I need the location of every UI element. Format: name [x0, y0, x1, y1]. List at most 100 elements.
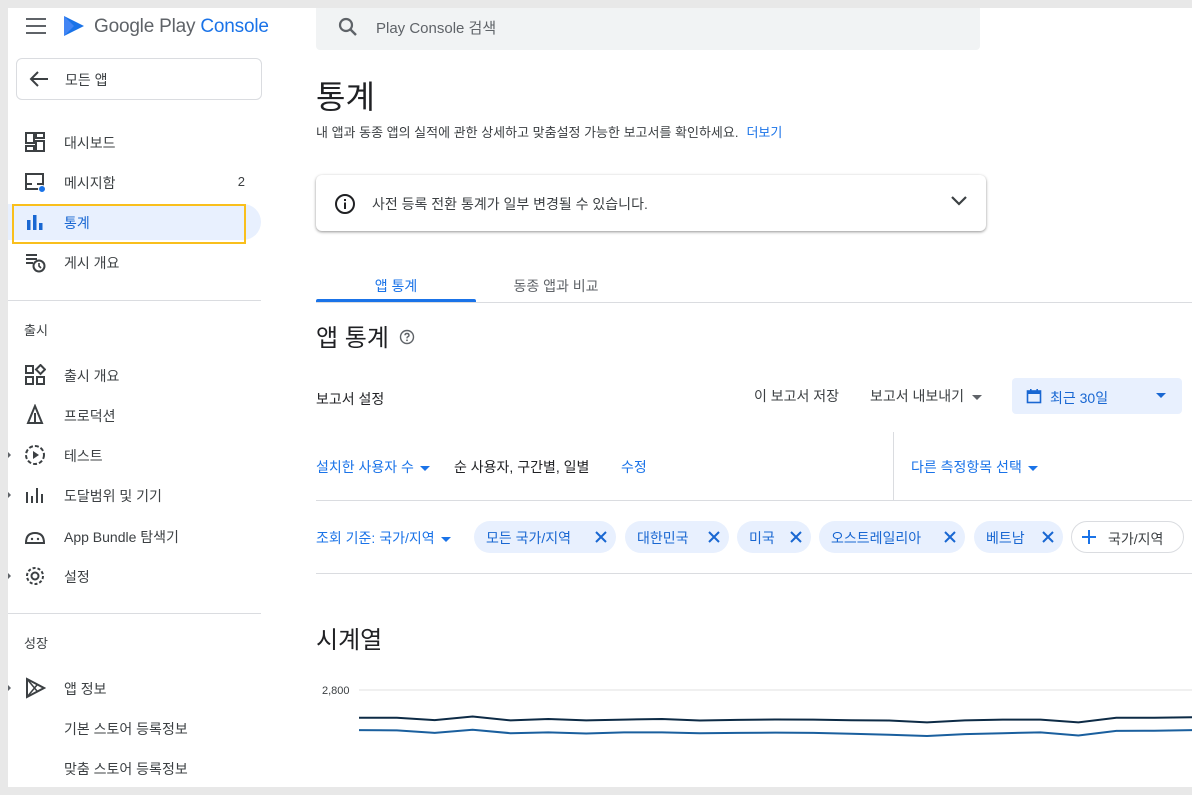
- app-title: Google Play Console: [94, 16, 269, 37]
- main-content: 통계 내 앱과 동종 앱의 실적에 관한 상세하고 맞춤설정 가능한 보고서를 …: [261, 8, 1192, 787]
- app-window: Google Play Console 모든 앱 대시보드 메시지함 2 통계 …: [8, 8, 1192, 787]
- sidebar-item-label: 통계: [64, 215, 90, 231]
- sidebar-item-label: 대시보드: [64, 135, 116, 151]
- metric-label: 설치한 사용자 수: [316, 459, 414, 475]
- sidebar-item-testing[interactable]: 테스트: [8, 437, 261, 473]
- sidebar-item-label: 테스트: [64, 448, 103, 464]
- search-input[interactable]: [376, 16, 936, 40]
- info-banner-text: 사전 등록 전환 통계가 일부 변경될 수 있습니다.: [372, 196, 648, 212]
- arrow-back-icon: [29, 71, 48, 87]
- export-report-button[interactable]: 보고서 내보내기: [870, 386, 983, 406]
- calendar-icon: [1026, 389, 1042, 404]
- sidebar-item-label: 출시 개요: [64, 368, 120, 384]
- testing-icon: [25, 445, 45, 465]
- expand-arrow-icon[interactable]: [8, 684, 11, 692]
- add-filter-button[interactable]: 국가/지역: [1071, 521, 1184, 553]
- help-icon[interactable]: [399, 329, 415, 345]
- filter-chip[interactable]: 대한민국: [625, 521, 729, 553]
- sidebar-item-statistics[interactable]: 통계: [8, 204, 261, 240]
- info-icon: [335, 194, 355, 214]
- tab-divider: [316, 302, 1192, 303]
- export-report-label: 보고서 내보내기: [870, 388, 965, 404]
- section-title-release: 출시: [24, 323, 48, 338]
- sidebar-item-app-bundle[interactable]: App Bundle 탐색기: [8, 518, 261, 554]
- series-line-1: [359, 715, 1192, 724]
- date-range-button[interactable]: 최근 30일: [1012, 378, 1182, 414]
- sidebar-item-inbox[interactable]: 메시지함 2: [8, 164, 261, 200]
- save-report-button[interactable]: 이 보고서 저장: [754, 386, 839, 406]
- sidebar-item-label: 도달범위 및 기기: [64, 488, 162, 504]
- menu-icon[interactable]: [26, 18, 46, 34]
- vertical-divider: [893, 432, 894, 500]
- sidebar-item-production[interactable]: 프로덕션: [8, 397, 261, 433]
- dropdown-arrow-icon: [1156, 393, 1166, 398]
- expand-arrow-icon[interactable]: [8, 451, 11, 459]
- sidebar-divider: [8, 300, 261, 301]
- close-icon[interactable]: [943, 530, 957, 544]
- filter-chip[interactable]: 모든 국가/지역: [474, 521, 616, 553]
- other-metric-label: 다른 측정항목 선택: [911, 459, 1022, 475]
- page-description: 내 앱과 동종 앱의 실적에 관한 상세하고 맞춤설정 가능한 보고서를 확인하…: [316, 122, 782, 141]
- sidebar-item-publishing-overview[interactable]: 게시 개요: [8, 244, 261, 280]
- publishing-overview-icon: [26, 254, 46, 273]
- dashboard-icon: [25, 132, 45, 152]
- dropdown-arrow-icon: [419, 465, 430, 471]
- filter-chip-label: 베트남: [986, 530, 1025, 546]
- sidebar-item-dashboard[interactable]: 대시보드: [8, 124, 261, 160]
- sidebar-divider: [8, 613, 261, 614]
- sidebar-item-custom-store-listing[interactable]: 맞춤 스토어 등록정보: [8, 750, 261, 786]
- row-divider: [316, 500, 1192, 501]
- close-icon[interactable]: [1041, 530, 1055, 544]
- all-apps-label: 모든 앱: [65, 72, 108, 88]
- metric-description: 순 사용자, 구간별, 일별: [454, 459, 590, 475]
- report-settings-label: 보고서 설정: [316, 391, 385, 407]
- series-line-2: [358, 728, 1192, 738]
- play-console-logo-icon: [64, 16, 84, 36]
- sidebar-item-release-overview[interactable]: 출시 개요: [8, 357, 261, 393]
- tab-peer-comparison[interactable]: 동종 앱과 비교: [476, 276, 636, 296]
- learn-more-link[interactable]: 더보기: [746, 125, 782, 140]
- filter-chip[interactable]: 베트남: [974, 521, 1063, 553]
- filter-chip-label: 미국: [749, 530, 775, 546]
- dropdown-arrow-icon: [440, 536, 451, 542]
- reach-devices-icon: [26, 488, 43, 503]
- sidebar-item-main-store-listing[interactable]: 기본 스토어 등록정보: [8, 710, 261, 746]
- filter-chip[interactable]: 미국: [737, 521, 811, 553]
- play-store-icon: [26, 677, 46, 699]
- expand-arrow-icon[interactable]: [8, 572, 11, 580]
- close-icon[interactable]: [789, 530, 803, 544]
- search-bar[interactable]: [316, 8, 980, 50]
- expand-arrow-icon[interactable]: [8, 491, 11, 499]
- sidebar-item-label: 설정: [64, 569, 90, 585]
- tab-bar: 앱 통계 동종 앱과 비교: [316, 268, 1192, 303]
- sidebar-item-settings[interactable]: 설정: [8, 558, 261, 594]
- other-metric-dropdown[interactable]: 다른 측정항목 선택: [911, 457, 1038, 477]
- metric-selector-row: 설치한 사용자 수 순 사용자, 구간별, 일별 수정 다른 측정항목 선택: [316, 432, 1192, 500]
- filter-chip[interactable]: 오스트레일리아: [819, 521, 965, 553]
- breakdown-dropdown[interactable]: 조회 기준: 국가/지역: [316, 528, 451, 548]
- settings-icon: [26, 567, 44, 585]
- dropdown-arrow-icon: [1027, 465, 1038, 471]
- metric-dropdown[interactable]: 설치한 사용자 수: [316, 457, 430, 477]
- sidebar-item-label: 메시지함: [64, 175, 116, 191]
- section-title-growth: 성장: [24, 636, 48, 651]
- chevron-down-icon[interactable]: [950, 195, 968, 207]
- inbox-icon: [25, 173, 46, 193]
- close-icon[interactable]: [594, 530, 608, 544]
- row-divider: [316, 573, 1192, 574]
- breakdown-label: 조회 기준: 국가/지역: [316, 530, 435, 546]
- sidebar-item-label: 프로덕션: [64, 408, 116, 424]
- tab-app-statistics[interactable]: 앱 통계: [316, 276, 476, 296]
- plus-icon: [1082, 530, 1096, 544]
- timeseries-heading: 시계열: [316, 627, 383, 654]
- close-icon[interactable]: [707, 530, 721, 544]
- sidebar-item-reach-devices[interactable]: 도달범위 및 기기: [8, 477, 261, 513]
- sidebar-item-store-presence[interactable]: 앱 정보: [8, 670, 261, 706]
- all-apps-button[interactable]: 모든 앱: [16, 58, 262, 100]
- y-tick-label: 2,800: [322, 685, 350, 697]
- edit-metric-link[interactable]: 수정: [621, 457, 647, 477]
- page-title: 통계: [316, 79, 375, 115]
- sidebar: Google Play Console 모든 앱 대시보드 메시지함 2 통계 …: [8, 8, 269, 787]
- app-bundle-icon: [24, 531, 46, 544]
- filter-chip-label: 오스트레일리아: [831, 530, 922, 546]
